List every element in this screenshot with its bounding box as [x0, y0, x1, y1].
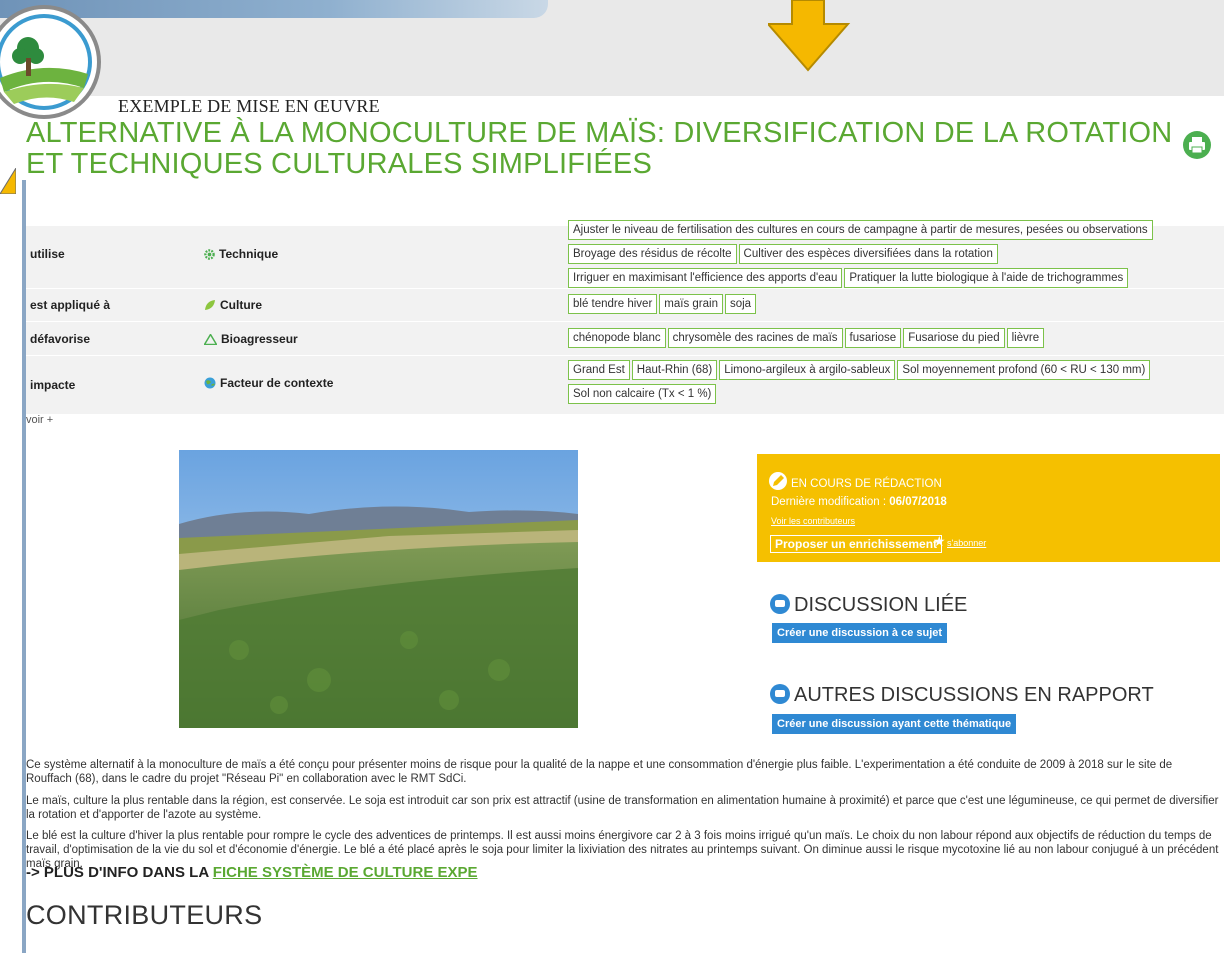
fact-row-bioagresseur: défavorise Bioagresseur chénopode blanc c… [26, 322, 1224, 356]
tag[interactable]: Ajuster le niveau de fertilisation des c… [568, 220, 1153, 240]
discussion-title: DISCUSSION LIÉE [794, 594, 968, 616]
tag[interactable]: fusariose [844, 328, 902, 348]
create-thematic-discussion-button[interactable]: Créer une discussion ayant cette thémati… [772, 714, 1017, 734]
last-modified-date: 06/07/2018 [889, 496, 947, 508]
fact-type-bioagresseur[interactable]: Bioagresseur [204, 332, 298, 346]
tag[interactable]: Fusariose du pied [903, 328, 1005, 348]
page-kicker: EXEMPLE DE MISE EN ŒUVRE [118, 96, 380, 116]
tag[interactable]: Haut-Rhin (68) [631, 360, 718, 380]
fact-type-culture[interactable]: Culture [204, 298, 262, 312]
subscribe-link[interactable]: s'abonner [947, 538, 986, 548]
fact-tags: blé tendre hiver maïs grain soja [568, 294, 1218, 318]
fact-predicate: impacte [30, 378, 76, 392]
facts-table: utilise Technique Ajuster le niveau de f… [26, 220, 1224, 415]
leaf-icon [205, 300, 215, 310]
warning-icon [204, 334, 217, 345]
more-info-prefix: -> PLUS D'INFO DANS LA [26, 864, 213, 881]
more-info: -> PLUS D'INFO DANS LA FICHE SYSTÈME DE … [26, 864, 478, 881]
chat-icon [770, 684, 790, 704]
description-paragraph: Le maïs, culture la plus rentable dans l… [26, 795, 1219, 821]
discussion-heading: DISCUSSION LIÉE [770, 594, 967, 617]
field-photo [179, 450, 578, 728]
tag[interactable]: Sol moyennement profond (60 < RU < 130 m… [897, 360, 1151, 380]
fact-type-label: Culture [220, 298, 262, 312]
tag[interactable]: Sol non calcaire (Tx < 1 %) [568, 384, 717, 404]
voir-plus-link[interactable]: voir + [26, 414, 53, 426]
create-discussion-button[interactable]: Créer une discussion à ce sujet [772, 623, 948, 643]
tag[interactable]: chrysomèle des racines de maïs [667, 328, 843, 348]
top-banner [0, 0, 1224, 96]
fact-predicate: défavorise [30, 332, 91, 346]
pencil-icon [769, 472, 787, 490]
status-panel: EN COURS DE RÉDACTION Dernière modificat… [757, 454, 1220, 562]
fact-row-technique: utilise Technique Ajuster le niveau de f… [26, 220, 1224, 289]
last-modified: Dernière modification : 06/07/2018 [771, 496, 947, 508]
printer-icon [1189, 137, 1205, 154]
tag[interactable]: Limono-argileux à argilo-sableux [719, 360, 896, 380]
fiche-link[interactable]: FICHE SYSTÈME DE CULTURE EXPE [213, 864, 478, 881]
page-title: ALTERNATIVE À LA MONOCULTURE DE MAÏS: DI… [26, 117, 1173, 180]
last-modified-label: Dernière modification : [771, 496, 890, 508]
other-discussions-title: AUTRES DISCUSSIONS EN RAPPORT [794, 684, 1154, 706]
down-arrow-icon [768, 0, 851, 72]
tag[interactable]: chénopode blanc [568, 328, 666, 348]
tag[interactable]: blé tendre hiver [568, 294, 658, 314]
gear-icon [204, 249, 215, 260]
chat-icon [770, 594, 790, 614]
globe-icon [204, 377, 216, 389]
tag[interactable]: Pratiquer la lutte biologique à l'aide d… [844, 268, 1129, 288]
site-logo-icon [0, 5, 101, 119]
fact-type-contexte[interactable]: Facteur de contexte [204, 376, 333, 390]
fact-tags: Grand Est Haut-Rhin (68) Limono-argileux à… [568, 360, 1218, 408]
contributors-heading: CONTRIBUTEURS [26, 900, 263, 930]
contributors-link[interactable]: Voir les contributeurs [771, 516, 855, 526]
tag[interactable]: Broyage des résidus de récolte [568, 244, 737, 264]
tag[interactable]: soja [724, 294, 757, 314]
left-wedge-decoration [0, 168, 16, 194]
tag[interactable]: maïs grain [659, 294, 723, 314]
star-icon: ★ [933, 533, 946, 549]
tag[interactable]: lièvre [1006, 328, 1045, 348]
description-paragraph: Ce système alternatif à la monoculture d… [26, 759, 1173, 785]
fact-tags: chénopode blanc chrysomèle des racines de… [568, 328, 1218, 352]
tag[interactable]: Cultiver des espèces diversifiées dans l… [738, 244, 998, 264]
fact-type-label: Technique [219, 247, 279, 261]
fact-type-label: Facteur de contexte [220, 376, 334, 390]
print-button[interactable] [1183, 131, 1211, 159]
fact-row-contexte: impacte Facteur de contexte Grand Est Hau… [26, 356, 1224, 415]
status-label: EN COURS DE RÉDACTION [791, 478, 942, 490]
tag[interactable]: Irriguer en maximisant l'efficience des … [568, 268, 843, 288]
enrich-button[interactable]: Proposer un enrichissement [770, 535, 943, 553]
fact-row-culture: est appliqué à Culture blé tendre hiver m… [26, 289, 1224, 322]
fact-type-label: Bioagresseur [221, 332, 298, 346]
fact-type-technique[interactable]: Technique [204, 247, 278, 261]
fact-tags: Ajuster le niveau de fertilisation des c… [568, 220, 1218, 292]
other-discussions-heading: AUTRES DISCUSSIONS EN RAPPORT [770, 684, 1154, 707]
tag[interactable]: Grand Est [568, 360, 630, 380]
fact-predicate: utilise [30, 247, 65, 261]
fact-predicate: est appliqué à [30, 298, 111, 312]
